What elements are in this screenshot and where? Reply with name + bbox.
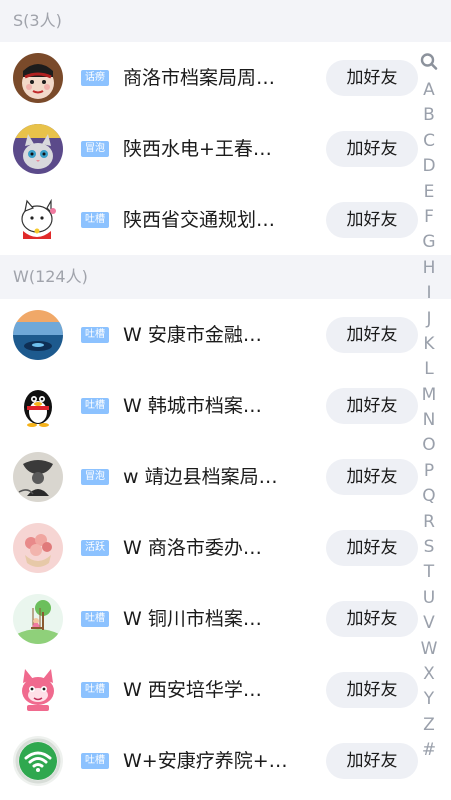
sunset-sea-avatar [13, 309, 63, 360]
add-friend-button[interactable]: 加好友 [326, 316, 418, 353]
list-item[interactable]: 冒泡 w 靖边县档案局… 加好友 [0, 441, 451, 512]
index-letter-d[interactable]: D [421, 154, 438, 179]
wifi-avatar [13, 735, 63, 786]
index-letter-g[interactable]: G [421, 230, 438, 255]
index-letter-hash[interactable]: # [421, 738, 438, 763]
activity-badge: 吐槽 [81, 211, 109, 228]
avatar[interactable] [13, 380, 63, 431]
avatar[interactable] [13, 123, 63, 174]
index-letter-n[interactable]: N [421, 408, 438, 433]
list-item[interactable]: 吐槽 W 韩城市档案… 加好友 [0, 370, 451, 441]
avatar[interactable] [13, 309, 63, 360]
contact-name: W+安康疗养院+… [123, 749, 288, 772]
add-friend-button[interactable]: 加好友 [326, 742, 418, 779]
avatar[interactable] [13, 593, 63, 644]
contact-name: w 靖边县档案局… [123, 465, 278, 488]
add-friend-button[interactable]: 加好友 [326, 59, 418, 96]
index-letter-y[interactable]: Y [421, 687, 438, 712]
list-item[interactable]: 话痨 商洛市档案局周… 加好友 [0, 42, 451, 113]
pink-cartoon-avatar [13, 664, 63, 715]
activity-badge: 活跃 [81, 539, 109, 556]
activity-badge: 吐槽 [81, 681, 109, 698]
add-friend-button[interactable]: 加好友 [326, 529, 418, 566]
index-letter-h[interactable]: H [421, 256, 438, 281]
avatar[interactable] [13, 194, 63, 245]
list-item[interactable]: 吐槽 陕西省交通规划… 加好友 [0, 184, 451, 255]
list-item[interactable]: 吐槽 W 西安培华学… 加好友 [0, 654, 451, 725]
avatar[interactable] [13, 522, 63, 573]
flower-basket-avatar [13, 522, 63, 573]
activity-badge: 冒泡 [81, 468, 109, 485]
index-letter-e[interactable]: E [421, 180, 438, 205]
contact-name: 陕西省交通规划… [123, 208, 276, 231]
index-letter-u[interactable]: U [421, 586, 438, 611]
list-item[interactable]: 活跃 W 商洛市委办… 加好友 [0, 512, 451, 583]
swing-avatar [13, 593, 63, 644]
activity-badge: 吐槽 [81, 397, 109, 414]
index-letter-t[interactable]: T [421, 560, 438, 585]
avatar[interactable] [13, 735, 63, 786]
activity-badge: 吐槽 [81, 326, 109, 343]
index-letter-r[interactable]: R [421, 510, 438, 535]
index-letter-v[interactable]: V [421, 611, 438, 636]
add-friend-button[interactable]: 加好友 [326, 671, 418, 708]
list-item[interactable]: 冒泡 陕西水电+王春… 加好友 [0, 113, 451, 184]
index-letter-m[interactable]: M [421, 383, 438, 408]
index-letter-p[interactable]: P [421, 459, 438, 484]
alphabet-index-bar[interactable]: A B C D E F G H I J K L M N O P Q R S T U V W X Y Z # [419, 52, 439, 764]
activity-badge: 吐槽 [81, 610, 109, 627]
list-item[interactable]: 吐槽 W 铜川市档案… 加好友 [0, 583, 451, 654]
index-letters: A B C D E F G H I J K L M N O P Q R S T U V W X Y Z # [421, 78, 438, 764]
avatar[interactable] [13, 664, 63, 715]
index-letter-q[interactable]: Q [421, 484, 438, 509]
contact-name: W 安康市金融… [123, 323, 262, 346]
contact-name: W 铜川市档案… [123, 607, 262, 630]
list-item[interactable]: 吐槽 W+安康疗养院+… 加好友 [0, 725, 451, 796]
index-letter-z[interactable]: Z [421, 713, 438, 738]
index-letter-c[interactable]: C [421, 129, 438, 154]
add-friend-button[interactable]: 加好友 [326, 600, 418, 637]
index-letter-o[interactable]: O [421, 433, 438, 458]
activity-badge: 冒泡 [81, 140, 109, 157]
search-icon[interactable] [420, 52, 438, 72]
list-item[interactable]: 吐槽 W 安康市金融… 加好友 [0, 299, 451, 370]
contact-name: 商洛市档案局周… [123, 66, 276, 89]
activity-badge: 话痨 [81, 69, 109, 86]
index-letter-l[interactable]: L [421, 357, 438, 382]
section-header-w: W(124人) [0, 255, 451, 299]
index-letter-a[interactable]: A [421, 78, 438, 103]
index-letter-s[interactable]: S [421, 535, 438, 560]
opera-face-avatar [13, 52, 63, 103]
index-letter-b[interactable]: B [421, 103, 438, 128]
index-letter-f[interactable]: F [421, 205, 438, 230]
cat-avatar [13, 123, 63, 174]
contact-name: W 韩城市档案… [123, 394, 262, 417]
penguin-avatar [13, 380, 63, 431]
avatar[interactable] [13, 451, 63, 502]
contact-name: W 商洛市委办… [123, 536, 262, 559]
add-friend-button[interactable]: 加好友 [326, 387, 418, 424]
avatar[interactable] [13, 52, 63, 103]
add-friend-button[interactable]: 加好友 [326, 130, 418, 167]
activity-badge: 吐槽 [81, 752, 109, 769]
cartoon-cat-avatar [13, 194, 63, 245]
section-header-s: S(3人) [0, 0, 451, 42]
index-letter-w[interactable]: W [421, 637, 438, 662]
index-letter-k[interactable]: K [421, 332, 438, 357]
index-letter-j[interactable]: J [421, 307, 438, 332]
index-letter-i[interactable]: I [421, 281, 438, 306]
ink-painting-avatar [13, 451, 63, 502]
add-friend-button[interactable]: 加好友 [326, 201, 418, 238]
contact-list-screen: S(3人) 话痨 商洛市档案局周… 加好友 冒泡 陕西水电+王春… 加好友 吐槽… [0, 0, 451, 800]
contact-name: 陕西水电+王春… [123, 137, 272, 160]
index-letter-x[interactable]: X [421, 662, 438, 687]
add-friend-button[interactable]: 加好友 [326, 458, 418, 495]
contact-name: W 西安培华学… [123, 678, 262, 701]
